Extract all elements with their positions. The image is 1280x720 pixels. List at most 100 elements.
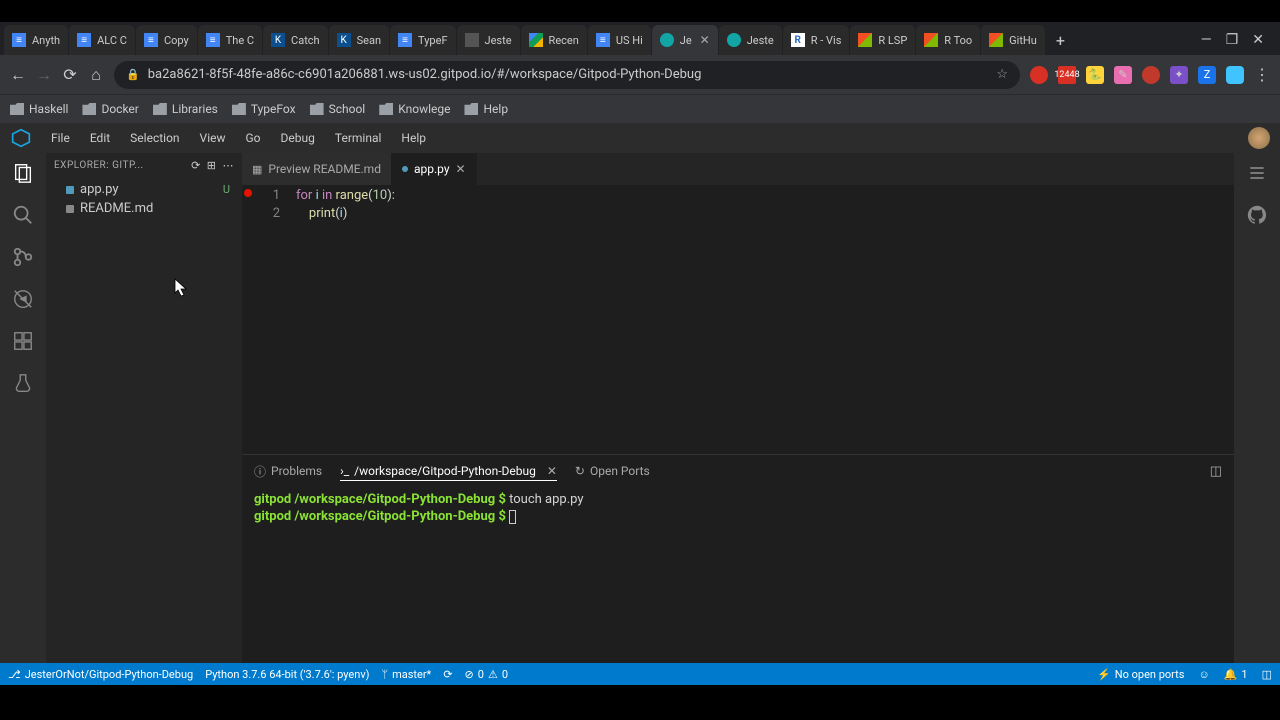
more-icon[interactable]: ⋯ — [223, 159, 235, 172]
menu-selection[interactable]: Selection — [121, 127, 188, 149]
panel-tab-ports[interactable]: ↻Open Ports — [575, 462, 650, 480]
menu-debug[interactable]: Debug — [272, 127, 324, 149]
reload-button[interactable]: ⟳ — [62, 65, 78, 84]
bookmark-folder[interactable]: Haskell — [10, 102, 68, 116]
close-window-button[interactable]: ✕ — [1252, 32, 1264, 48]
lock-icon: 🔒 — [126, 68, 140, 81]
menu-help[interactable]: Help — [392, 127, 435, 149]
right-activity-bar — [1234, 153, 1280, 663]
menu-edit[interactable]: Edit — [81, 127, 119, 149]
extension-icon[interactable] — [1030, 66, 1048, 84]
panel-tab-problems[interactable]: ⓘProblems — [254, 461, 322, 482]
status-feedback[interactable]: ☺ — [1198, 668, 1209, 681]
maximize-button[interactable]: ❐ — [1226, 32, 1239, 48]
file-icon — [66, 186, 74, 194]
back-button[interactable]: ← — [10, 65, 26, 85]
browser-tab[interactable]: ≡Copy — [136, 25, 197, 55]
bookmark-folder[interactable]: Libraries — [153, 102, 218, 116]
editor-tab[interactable]: ▦ Preview README.md — [242, 153, 392, 185]
gitpod-logo[interactable] — [0, 128, 42, 148]
browser-tab[interactable]: R Too — [916, 25, 980, 55]
status-layout[interactable]: ◫ — [1262, 668, 1272, 681]
url-input[interactable]: 🔒 ba2a8621-8f5f-48fe-a86c-c6901a206881.w… — [114, 61, 1020, 89]
browser-tab[interactable]: ≡ALC C — [69, 25, 135, 55]
browser-tab[interactable]: ≡Anyth — [4, 25, 68, 55]
test-icon[interactable] — [11, 371, 35, 395]
panel-layout-icon[interactable]: ◫ — [1210, 464, 1222, 479]
avatar[interactable] — [1248, 127, 1280, 149]
browser-tab[interactable]: R LSP — [850, 25, 915, 55]
file-item[interactable]: README.md — [46, 199, 242, 218]
explorer-title: EXPLORER: GITP... — [54, 160, 144, 171]
close-icon[interactable]: ✕ — [700, 33, 710, 47]
browser-tab[interactable]: Jeste — [719, 25, 782, 55]
extension-icon[interactable]: ✎ — [1114, 66, 1132, 84]
status-python[interactable]: Python 3.7.6 64-bit ('3.7.6': pyenv) — [205, 668, 369, 681]
menu-view[interactable]: View — [191, 127, 235, 149]
menu-go[interactable]: Go — [237, 127, 270, 149]
breakpoint-icon[interactable] — [244, 189, 252, 197]
status-repo[interactable]: ⎇JesterOrNot/Gitpod-Python-Debug — [8, 668, 193, 681]
source-control-icon[interactable] — [11, 245, 35, 269]
browser-tab[interactable]: KSean — [329, 25, 389, 55]
browser-tab[interactable]: Recen — [521, 25, 587, 55]
status-sync[interactable]: ⟳ — [443, 668, 452, 681]
python-icon — [402, 166, 408, 172]
folder-icon — [379, 103, 393, 115]
browser-tab[interactable]: ≡US Hi — [588, 25, 651, 55]
status-branch[interactable]: ᛘmaster* — [381, 668, 431, 681]
bookmark-folder[interactable]: School — [310, 102, 366, 116]
extensions-icon[interactable] — [11, 329, 35, 353]
browser-tab[interactable]: GitHu — [981, 25, 1045, 55]
refresh-icon[interactable]: ⟳ — [191, 159, 201, 172]
extension-icon[interactable]: ✦ — [1170, 66, 1188, 84]
new-tab-button[interactable]: + — [1046, 31, 1075, 50]
close-icon[interactable]: ✕ — [456, 162, 466, 176]
new-file-icon[interactable]: ⊞ — [207, 159, 217, 172]
debug-icon[interactable] — [11, 287, 35, 311]
code-editor[interactable]: 1 2 for i in range(10): print(i) — [242, 185, 1234, 454]
ports-icon: ↻ — [575, 464, 585, 478]
bookmark-folder[interactable]: Knowlege — [379, 102, 450, 116]
browser-tab[interactable]: ≡TypeF — [390, 25, 455, 55]
terminal[interactable]: gitpod /workspace/Gitpod-Python-Debug $ … — [242, 487, 1234, 663]
status-problems[interactable]: ⊘0 ⚠0 — [465, 668, 508, 681]
browser-menu-button[interactable]: ⋮ — [1254, 65, 1270, 84]
extension-badge[interactable]: 12448 — [1058, 66, 1076, 84]
close-icon[interactable]: ✕ — [547, 464, 557, 478]
menu-file[interactable]: File — [42, 127, 79, 149]
status-ports[interactable]: ⚡No open ports — [1097, 668, 1184, 681]
extension-icon[interactable]: Z — [1198, 66, 1216, 84]
git-status: U — [223, 183, 234, 196]
forward-button[interactable]: → — [36, 65, 52, 85]
editor-tab-active[interactable]: app.py ✕ — [392, 153, 477, 185]
outline-icon[interactable] — [1245, 161, 1269, 185]
home-button[interactable]: ⌂ — [88, 65, 104, 85]
star-icon[interactable]: ☆ — [996, 67, 1008, 82]
extension-icon[interactable] — [1142, 66, 1160, 84]
info-icon: ⓘ — [254, 463, 266, 480]
browser-tab[interactable]: KCatch — [263, 25, 328, 55]
browser-tab[interactable]: ≡The C — [198, 25, 262, 55]
minimize-button[interactable]: — — [1201, 32, 1212, 48]
bookmark-folder[interactable]: Docker — [82, 102, 138, 116]
github-icon[interactable] — [1245, 203, 1269, 227]
folder-icon — [310, 103, 324, 115]
browser-tab[interactable]: RR - Vis — [783, 25, 850, 55]
code-content[interactable]: for i in range(10): print(i) — [296, 185, 395, 454]
explorer-sidebar: EXPLORER: GITP... ⟳ ⊞ ⋯ app.py U README.… — [46, 153, 242, 663]
preview-icon: ▦ — [252, 163, 262, 176]
browser-tab[interactable]: Jeste — [457, 25, 520, 55]
browser-tab-active[interactable]: Je✕ — [652, 25, 718, 55]
explorer-icon[interactable] — [11, 161, 35, 185]
folder-icon — [464, 103, 478, 115]
bookmark-folder[interactable]: Help — [464, 102, 508, 116]
extension-icon[interactable] — [1226, 66, 1244, 84]
extension-icon[interactable]: 🐍 — [1086, 66, 1104, 84]
panel-tab-terminal[interactable]: ›_/workspace/Gitpod-Python-Debug✕ — [340, 462, 557, 481]
bookmark-folder[interactable]: TypeFox — [232, 102, 296, 116]
menu-terminal[interactable]: Terminal — [326, 127, 391, 149]
status-bell[interactable]: 🔔1 — [1224, 668, 1248, 681]
search-icon[interactable] — [11, 203, 35, 227]
file-item[interactable]: app.py U — [46, 180, 242, 199]
